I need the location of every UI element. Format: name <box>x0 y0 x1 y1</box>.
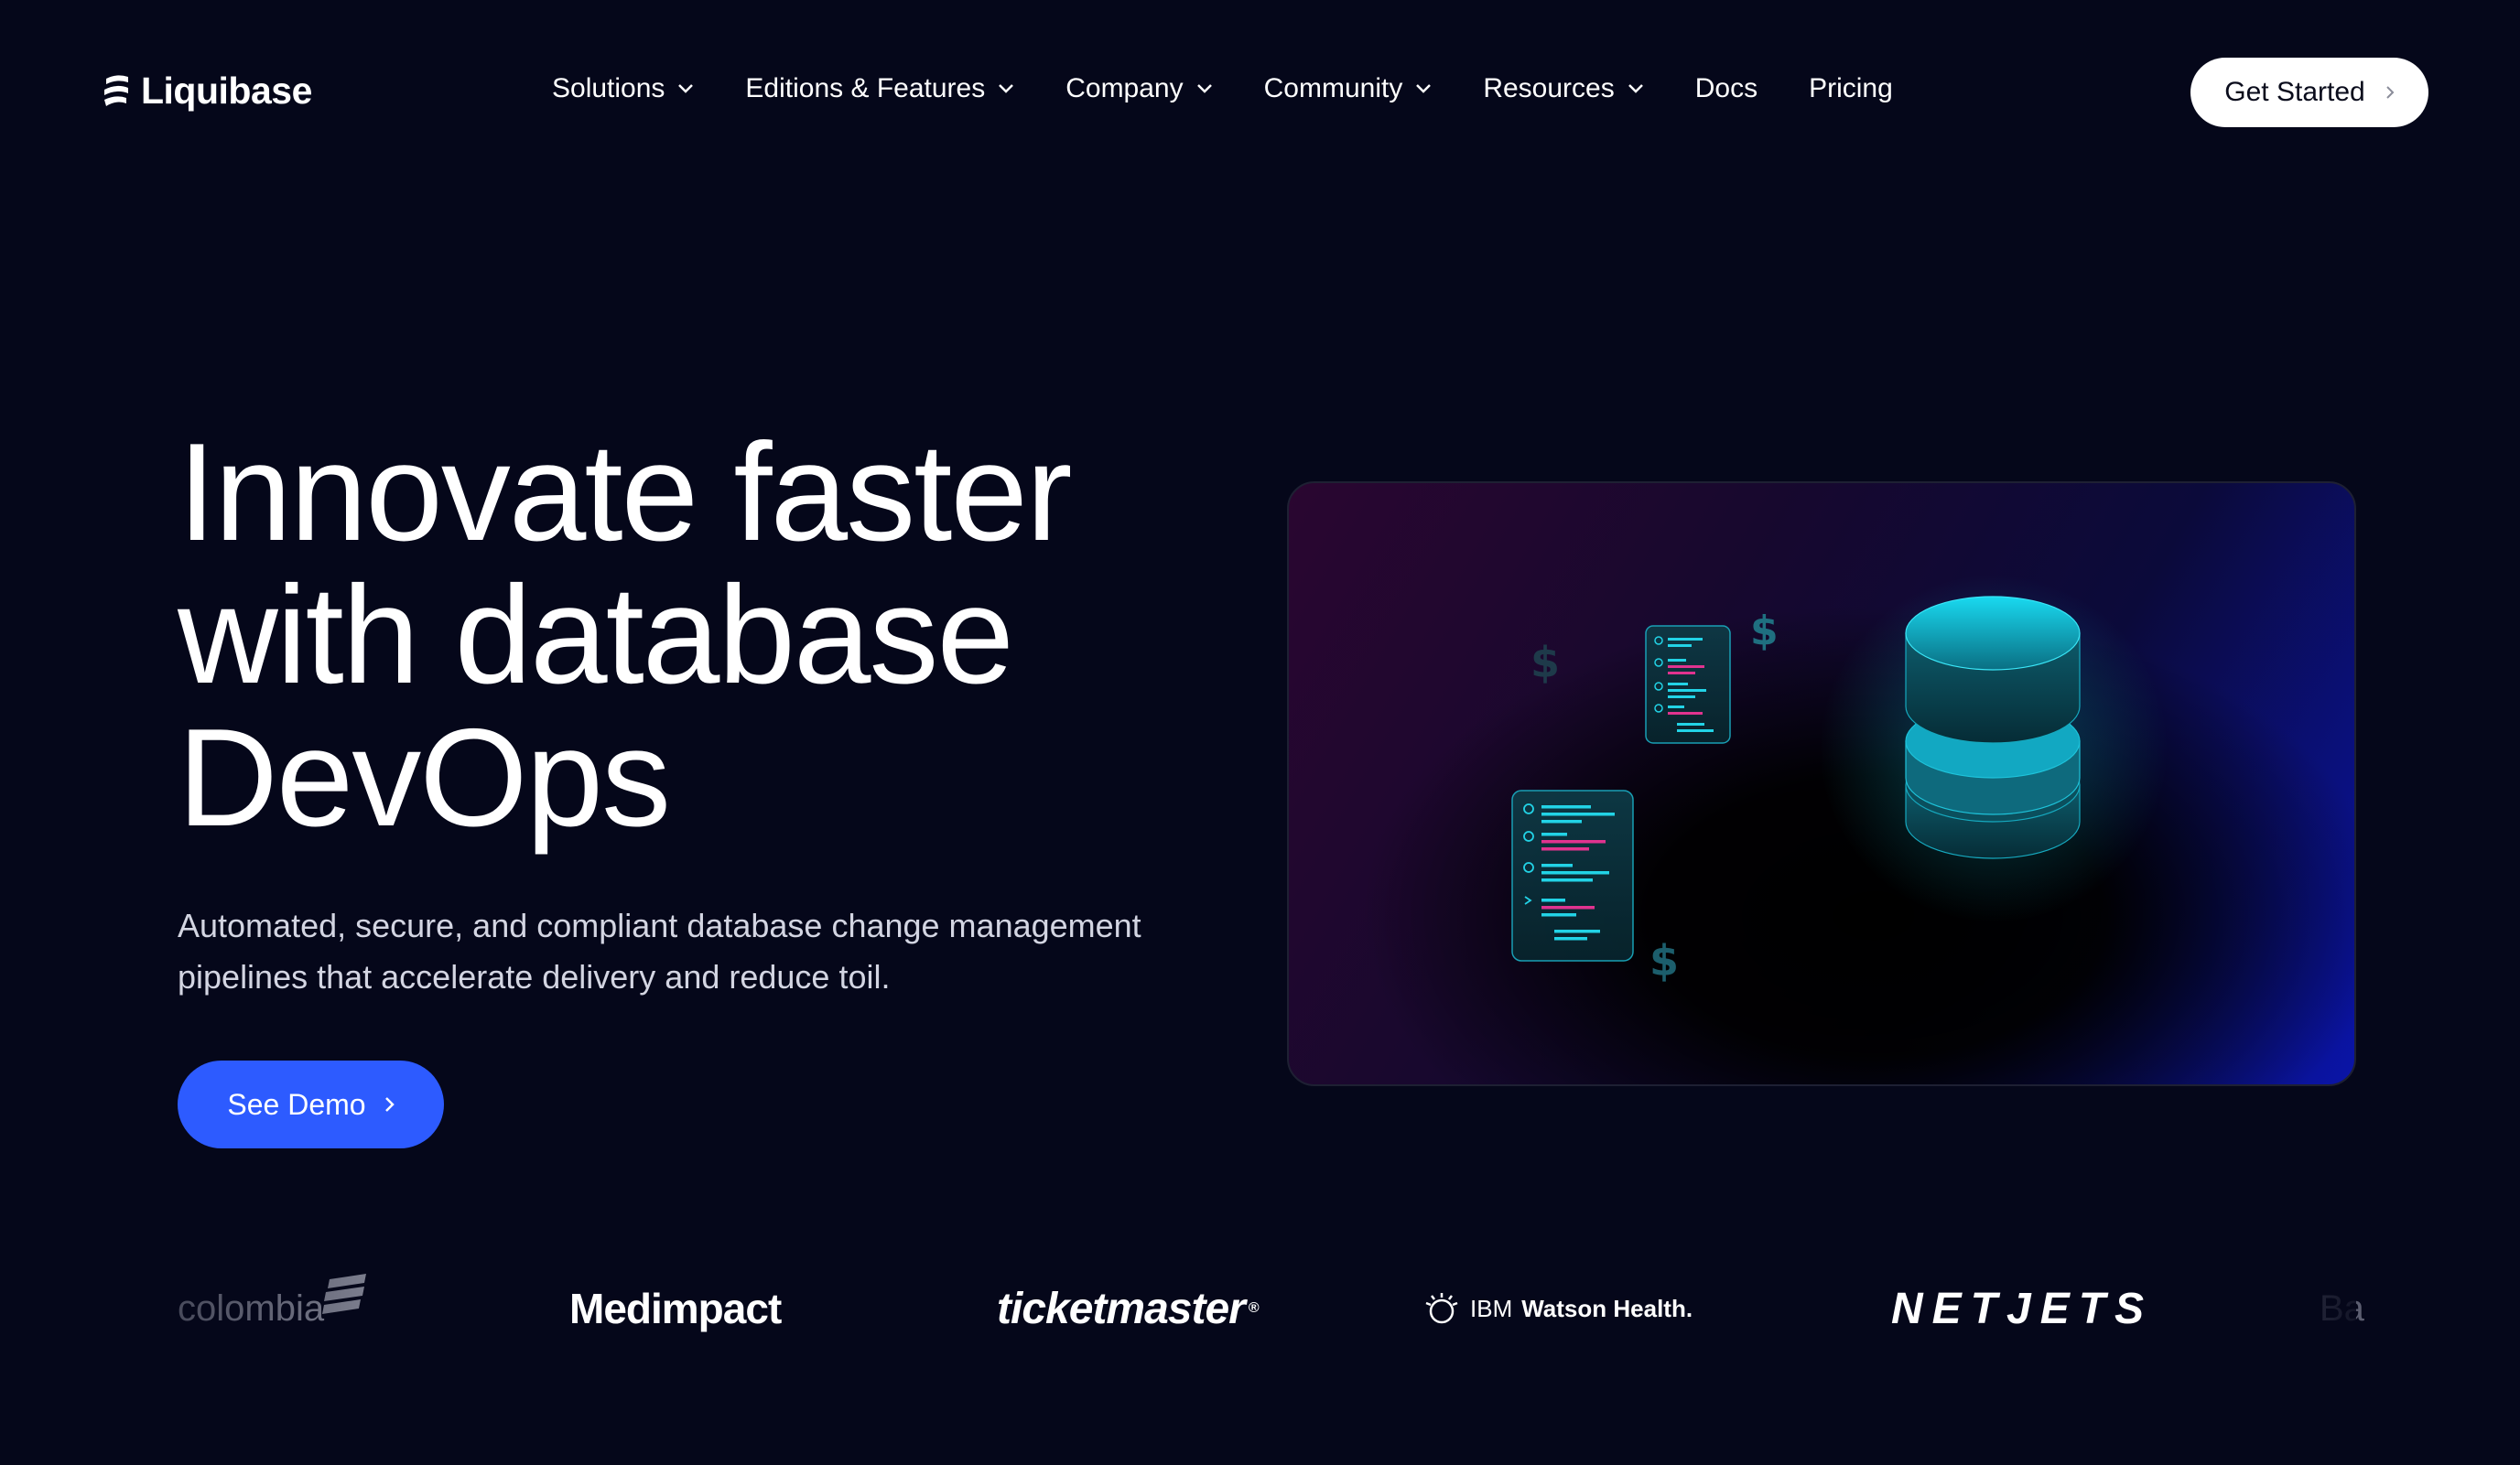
chevron-down-icon <box>1196 84 1212 93</box>
hero-title-line: DevOps <box>178 700 671 856</box>
hero-illustration: $ $ $ <box>1287 481 2356 1086</box>
liquibase-logo-icon <box>104 74 128 106</box>
logo-ticketmaster: ticketmaster ® <box>997 1244 1260 1373</box>
chevron-down-icon <box>1628 84 1643 93</box>
hero-title-line: Innovate faster <box>178 415 1073 570</box>
hero-title-line: with database <box>178 557 1014 713</box>
hero-title: Innovate faster with database DevOps <box>178 421 1276 849</box>
logo-netjets-text: NETJETS <box>1891 1284 2154 1333</box>
nav-item-pricing[interactable]: Pricing <box>1809 73 1893 104</box>
logo-ibm-text: IBM <box>1470 1294 1513 1322</box>
nav-item-label: Resources <box>1483 73 1615 103</box>
chevron-down-icon <box>678 84 694 93</box>
nav-item-community[interactable]: Community <box>1264 73 1433 104</box>
code-file-icon <box>1511 790 1634 962</box>
brand-name: Liquibase <box>141 70 312 112</box>
logo-partial-text: Ba <box>2320 1287 2364 1329</box>
logo-watson-text: Watson Health. <box>1521 1294 1693 1322</box>
hero-subtitle: Automated, secure, and compliant databas… <box>178 900 1239 1003</box>
code-file-icon <box>1645 625 1731 744</box>
database-icon <box>1905 596 2081 859</box>
get-started-button[interactable]: Get Started <box>2190 58 2428 127</box>
chevron-right-icon <box>384 1097 395 1112</box>
brand-logo[interactable]: Liquibase <box>103 70 312 113</box>
illustration-art: $ $ $ <box>1511 575 2168 986</box>
see-demo-label: See Demo <box>227 1087 366 1121</box>
watson-icon <box>1425 1293 1458 1324</box>
nav-item-label: Pricing <box>1809 73 1893 103</box>
chevron-down-icon <box>1416 84 1432 93</box>
nav-item-editions-features[interactable]: Editions & Features <box>745 73 1014 104</box>
logo-colombia: colombia <box>178 1244 370 1373</box>
dollar-icon: $ <box>1750 608 1779 654</box>
hero-subtitle-line: pipelines that accelerate delivery and r… <box>178 958 891 996</box>
chevron-down-icon <box>999 84 1014 93</box>
nav-item-resources[interactable]: Resources <box>1483 73 1643 104</box>
logo-netjets: NETJETS <box>1891 1244 2153 1373</box>
logo-partial: Ba <box>2320 1244 2364 1373</box>
see-demo-button[interactable]: See Demo <box>178 1061 444 1148</box>
customer-logos: colombia Medimpact ticketmaster ® IBM Wa… <box>178 1244 2364 1373</box>
hero-subtitle-line: Automated, secure, and compliant databas… <box>178 907 1141 944</box>
nav-item-solutions[interactable]: Solutions <box>552 73 694 104</box>
nav-item-label: Solutions <box>552 73 665 103</box>
dollar-icon: $ <box>1649 936 1679 986</box>
logo-ticketmaster-text: ticketmaster <box>997 1284 1246 1333</box>
nav-item-label: Editions & Features <box>745 73 986 103</box>
logo-medimpact-text: Medimpact <box>569 1285 782 1332</box>
get-started-label: Get Started <box>2224 77 2365 107</box>
nav-item-label: Community <box>1263 73 1403 103</box>
nav-item-label: Company <box>1065 73 1184 103</box>
nav-item-company[interactable]: Company <box>1065 73 1212 104</box>
nav-item-label: Docs <box>1694 73 1758 103</box>
top-navigation: Liquibase Solutions Editions & Features … <box>0 0 2520 183</box>
main-menu: Solutions Editions & Features Company Co… <box>552 73 1944 104</box>
logo-medimpact: Medimpact <box>569 1244 782 1373</box>
registered-mark: ® <box>1248 1300 1260 1316</box>
dollar-icon: $ <box>1530 638 1560 687</box>
logo-colombia-text: colombia <box>178 1287 325 1329</box>
logo-ibm-watson-health: IBM Watson Health. <box>1422 1244 1693 1373</box>
colombia-mark-icon <box>322 1274 367 1314</box>
chevron-right-icon <box>2385 86 2395 99</box>
nav-item-docs[interactable]: Docs <box>1695 73 1758 104</box>
